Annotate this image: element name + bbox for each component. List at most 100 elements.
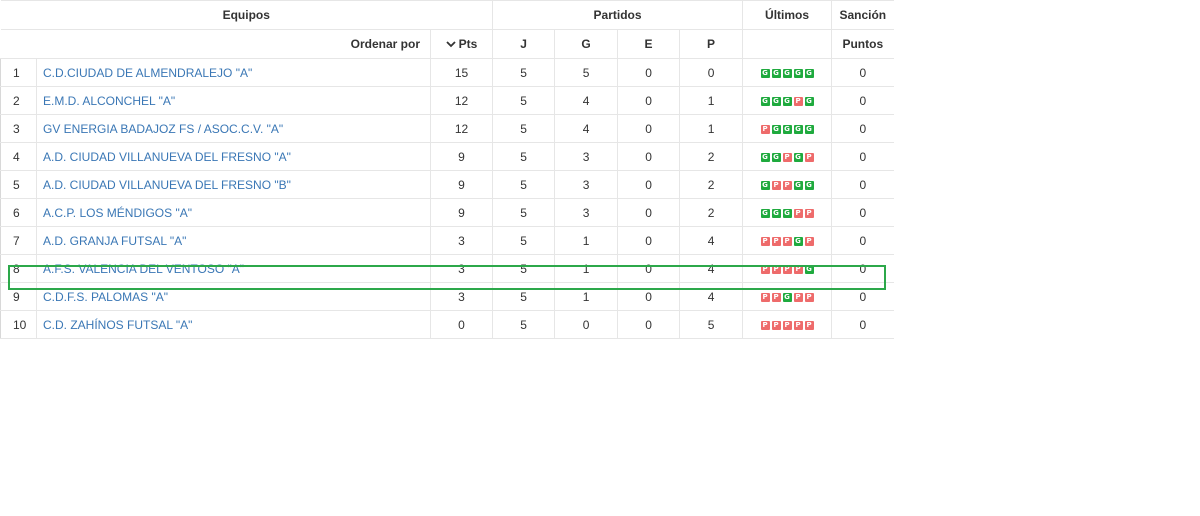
last-results-cell: GGGPP — [742, 198, 833, 227]
team-cell: A.C.P. LOS MÉNDIGOS "A" — [36, 198, 431, 227]
played-cell: 5 — [492, 198, 556, 227]
won-cell: 1 — [554, 254, 619, 283]
team-link[interactable]: A.D. GRANJA FUTSAL "A" — [43, 234, 186, 248]
position-cell: 8 — [0, 254, 37, 283]
sanction-points-cell: 0 — [831, 58, 894, 87]
played-cell: 5 — [492, 170, 556, 199]
standings-table: Equipos Partidos Últimos Sanción Ordenar… — [0, 0, 894, 339]
won-cell: 3 — [554, 170, 619, 199]
team-link[interactable]: A.D. CIUDAD VILLANUEVA DEL FRESNO "A" — [43, 150, 291, 164]
table-row: 1 C.D.CIUDAD DE ALMENDRALEJO "A" 15 5 5 0 0 G G G… — [0, 58, 894, 87]
loss-badge: P — [793, 264, 803, 274]
win-badge: G — [760, 96, 770, 106]
win-badge: G — [793, 68, 803, 78]
loss-badge: P — [782, 152, 792, 162]
played-cell: 5 — [492, 226, 556, 255]
last-results-cell: GGGGG — [742, 58, 833, 87]
win-badge: G — [771, 68, 781, 78]
last-results-cell: GGGPG — [742, 86, 833, 115]
played-cell: 5 — [492, 86, 556, 115]
won-cell: 0 — [554, 310, 619, 339]
win-badge: G — [782, 292, 792, 302]
win-badge: G — [804, 180, 814, 190]
won-cell: 3 — [554, 198, 619, 227]
table-body: 1 C.D.CIUDAD DE ALMENDRALEJO "A" 15 5 5 0 0 G G G… — [0, 58, 894, 339]
played-cell: 5 — [492, 254, 556, 283]
drawn-cell: 0 — [617, 142, 681, 171]
win-badge: G — [771, 96, 781, 106]
loss-badge: P — [771, 292, 781, 302]
team-cell: A.D. CIUDAD VILLANUEVA DEL FRESNO "B" — [36, 170, 431, 199]
header-row-groups: Equipos Partidos Últimos Sanción — [0, 0, 894, 30]
win-badge: G — [760, 68, 770, 78]
drawn-cell: 0 — [617, 226, 681, 255]
played-cell: 5 — [492, 310, 556, 339]
team-link[interactable]: C.D.F.S. PALOMAS "A" — [43, 290, 168, 304]
team-link[interactable]: C.D.CIUDAD DE ALMENDRALEJO "A" — [43, 66, 252, 80]
chevron-down-icon — [446, 37, 456, 51]
lost-cell: 2 — [679, 198, 744, 227]
win-badge: G — [782, 68, 792, 78]
last-results-cell: PPGPP — [742, 282, 833, 311]
sanction-points-cell: 0 — [831, 114, 894, 143]
loss-badge: P — [804, 292, 814, 302]
position-cell: 9 — [0, 282, 37, 311]
team-link[interactable]: A.C.P. LOS MÉNDIGOS "A" — [43, 206, 192, 220]
last-results: PPPGP — [760, 236, 814, 246]
header-ultimos-empty — [742, 29, 833, 59]
sort-pts-button[interactable]: Pts — [430, 29, 494, 59]
team-link[interactable]: A.D. CIUDAD VILLANUEVA DEL FRESNO "B" — [43, 178, 291, 192]
loss-badge: P — [760, 264, 770, 274]
pts-cell: 3 — [430, 226, 494, 255]
table-row: 10 C.D. ZAHÍNOS FUTSAL "A" 0 5 0 0 5 P P P P P 0 — [0, 310, 894, 339]
sanction-points-cell: 0 — [831, 198, 894, 227]
loss-badge: P — [760, 124, 770, 134]
won-cell: 1 — [554, 282, 619, 311]
loss-badge: P — [771, 180, 781, 190]
drawn-cell: 0 — [617, 114, 681, 143]
sort-p-button[interactable]: P — [679, 29, 744, 59]
loss-badge: P — [804, 152, 814, 162]
win-badge: G — [760, 208, 770, 218]
win-badge: G — [782, 124, 792, 134]
lost-cell: 0 — [679, 58, 744, 87]
team-link[interactable]: A.F.S. VALENCIA DEL VENTOSO "A" — [43, 262, 244, 276]
table-row: 8 A.F.S. VALENCIA DEL VENTOSO "A" 3 5 1 0 4 P P P… — [0, 254, 894, 283]
pts-cell: 9 — [430, 170, 494, 199]
sanction-points-cell: 0 — [831, 310, 894, 339]
sort-g-button[interactable]: G — [554, 29, 619, 59]
won-cell: 3 — [554, 142, 619, 171]
header-puntos: Puntos — [831, 29, 894, 59]
loss-badge: P — [771, 236, 781, 246]
table-row: 5 A.D. CIUDAD VILLANUEVA DEL FRESNO "B" 9 5… — [0, 170, 894, 199]
position-cell: 7 — [0, 226, 37, 255]
pts-cell: 15 — [430, 58, 494, 87]
win-badge: G — [782, 208, 792, 218]
win-badge: G — [760, 180, 770, 190]
lost-cell: 2 — [679, 170, 744, 199]
header-equipos: Equipos — [0, 0, 494, 30]
table-row: 2 E.M.D. ALCONCHEL "A" 12 5 4 0 1 G G G P G 0 — [0, 86, 894, 115]
last-results: GGGGG — [760, 68, 814, 78]
win-badge: G — [793, 236, 803, 246]
position-cell: 1 — [0, 58, 37, 87]
header-row-columns: Ordenar por Pts J G E P Puntos — [0, 29, 894, 59]
drawn-cell: 0 — [617, 310, 681, 339]
win-badge: G — [804, 96, 814, 106]
win-badge: G — [771, 124, 781, 134]
team-cell: C.D.CIUDAD DE ALMENDRALEJO "A" — [36, 58, 431, 87]
team-link[interactable]: C.D. ZAHÍNOS FUTSAL "A" — [43, 318, 192, 332]
last-results-cell: PPPPG — [742, 254, 833, 283]
sort-e-button[interactable]: E — [617, 29, 681, 59]
last-results: PGGGG — [760, 124, 814, 134]
team-link[interactable]: GV ENERGIA BADAJOZ FS / ASOC.C.V. "A" — [43, 122, 283, 136]
table-row: 6 A.C.P. LOS MÉNDIGOS "A" 9 5 3 0 2 G G G P P 0 — [0, 198, 894, 227]
team-link[interactable]: E.M.D. ALCONCHEL "A" — [43, 94, 175, 108]
loss-badge: P — [782, 320, 792, 330]
loss-badge: P — [804, 320, 814, 330]
loss-badge: P — [782, 236, 792, 246]
sort-j-button[interactable]: J — [492, 29, 556, 59]
team-cell: E.M.D. ALCONCHEL "A" — [36, 86, 431, 115]
loss-badge: P — [760, 320, 770, 330]
lost-cell: 4 — [679, 282, 744, 311]
